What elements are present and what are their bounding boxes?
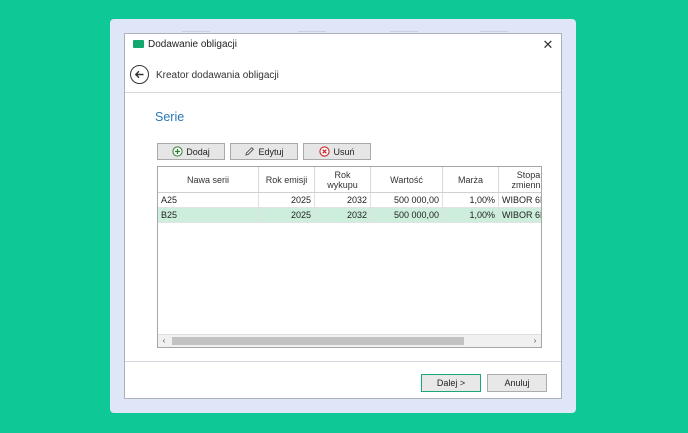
background-line [480,31,508,32]
cell-margin: 1,00% [443,193,499,207]
delete-button[interactable]: Usuń [303,143,371,160]
column-header-value[interactable]: Wartość [371,167,443,192]
edit-button[interactable]: Edytuj [230,143,298,160]
background-line [298,31,326,32]
header-divider [125,92,561,93]
section-title: Serie [155,110,185,124]
cell-value: 500 000,00 [371,208,443,222]
scroll-left-icon[interactable]: ‹ [158,335,170,347]
delete-button-label: Usuń [333,146,355,157]
arrow-left-circle-icon [134,70,144,79]
wizard-header: Kreator dodawania obligacji [125,61,561,91]
horizontal-scrollbar[interactable]: ‹ › [158,334,541,347]
cell-buyback-year: 2032 [315,193,371,207]
table-row[interactable]: A25 2025 2032 500 000,00 1,00% WIBOR 6M [158,193,541,208]
app-icon [133,40,144,48]
cell-name: B25 [158,208,259,222]
add-button-label: Dodaj [186,146,210,157]
footer-divider [125,361,561,362]
edit-button-label: Edytuj [258,146,284,157]
cell-buyback-year: 2032 [315,208,371,222]
column-header-issue-year[interactable]: Rok emisji [259,167,315,192]
add-button[interactable]: Dodaj [157,143,225,160]
cell-value: 500 000,00 [371,193,443,207]
x-circle-icon [319,146,331,157]
plus-circle-icon [172,146,183,157]
column-header-margin[interactable]: Marża [443,167,499,192]
column-header-name[interactable]: Nawa serii [158,167,259,192]
grid-header: Nawa serii Rok emisji Rok wykupu Wartość… [158,167,541,193]
cell-issue-year: 2025 [259,193,315,207]
column-header-buyback-year[interactable]: Rok wykupu [315,167,371,192]
table-row[interactable]: B25 2025 2032 500 000,00 1,00% WIBOR 6M [158,208,541,223]
series-grid[interactable]: Nawa serii Rok emisji Rok wykupu Wartość… [157,166,542,348]
scroll-right-icon[interactable]: › [529,335,541,347]
next-button[interactable]: Dalej > [421,374,481,392]
cancel-button[interactable]: Anuluj [487,374,547,392]
window-title: Dodawanie obligacji [148,39,237,50]
cell-name: A25 [158,193,259,207]
scrollbar-thumb[interactable] [172,337,464,345]
background-line [182,31,210,32]
column-header-rate[interactable]: Stopa zmienna [499,167,541,192]
close-button[interactable]: ✕ [535,34,561,56]
title-bar: Dodawanie obligacji ✕ [125,34,561,56]
cell-rate: WIBOR 6M [499,208,541,222]
cell-margin: 1,00% [443,208,499,222]
cell-issue-year: 2025 [259,208,315,222]
add-bonds-dialog: Dodawanie obligacji ✕ Kreator dodawania … [124,33,562,399]
cell-rate: WIBOR 6M [499,193,541,207]
background-line [390,31,418,32]
back-button[interactable] [130,65,149,84]
wizard-title: Kreator dodawania obligacji [156,70,279,81]
pencil-icon [245,147,255,156]
